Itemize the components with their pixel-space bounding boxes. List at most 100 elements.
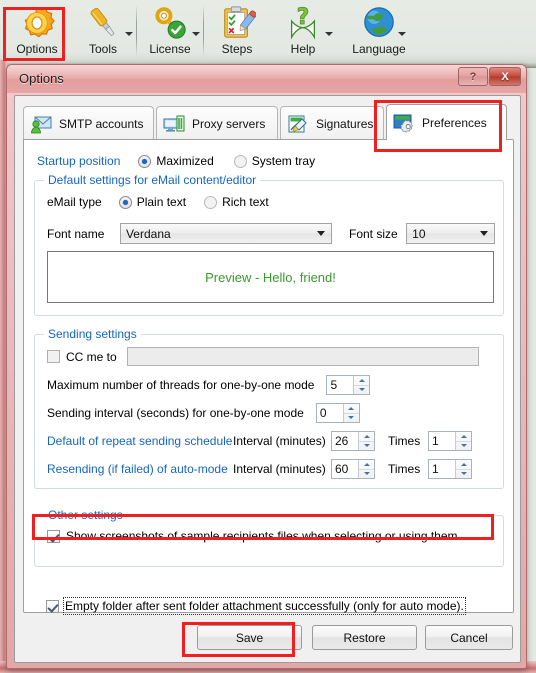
toolbar-label-tools: Tools bbox=[88, 42, 117, 56]
email-preview-text: Preview - Hello, friend! bbox=[205, 269, 336, 285]
radio-startup-maximized[interactable]: Maximized bbox=[138, 154, 214, 168]
toolbar-label-license: License bbox=[149, 42, 191, 56]
spinner-up-icon[interactable] bbox=[456, 432, 471, 442]
spinner-buttons[interactable] bbox=[353, 376, 370, 395]
sending-interval-label: Sending interval (seconds) for one-by-on… bbox=[47, 406, 304, 420]
max-threads-value: 5 bbox=[327, 376, 354, 394]
tab-label-proxy-servers: Proxy servers bbox=[192, 116, 266, 131]
toolbar-button-options[interactable]: Options bbox=[4, 2, 70, 62]
toolbar-button-steps[interactable]: Steps bbox=[204, 2, 270, 62]
spinner-up-icon[interactable] bbox=[343, 404, 359, 414]
email-type-row: eMail type Plain text Rich text bbox=[47, 195, 269, 209]
repeat-interval-value: 26 bbox=[332, 432, 358, 450]
spinner-up-icon[interactable] bbox=[456, 460, 471, 470]
toolbar-label-options: Options bbox=[16, 42, 58, 56]
repeat-schedule-label: Default of repeat sending schedule bbox=[47, 434, 233, 448]
spinner-down-icon[interactable] bbox=[359, 442, 374, 451]
font-name-combo[interactable]: Verdana bbox=[119, 223, 332, 244]
dialog-client-area: SMTP accounts Proxy servers Signatures P… bbox=[14, 95, 521, 663]
toolbar-label-language: Language bbox=[352, 42, 406, 56]
show-screenshots-row: Show screenshots of sample recipients fi… bbox=[47, 529, 461, 543]
sending-interval-value: 0 bbox=[316, 404, 343, 422]
chevron-down-icon[interactable] bbox=[325, 32, 333, 36]
email-content-group-title: Default settings for eMail content/edito… bbox=[44, 173, 261, 187]
cc-me-input[interactable] bbox=[126, 347, 479, 366]
toolbar-button-license[interactable]: License bbox=[137, 2, 203, 62]
cancel-button[interactable]: Cancel bbox=[425, 625, 513, 650]
radio-label-plain-text: Plain text bbox=[136, 195, 187, 209]
toolbar-items: Options Tools License Steps ? Help Langu… bbox=[0, 2, 422, 64]
radio-label-system-tray: System tray bbox=[251, 154, 316, 168]
resend-times-spinner[interactable]: 1 bbox=[428, 459, 472, 479]
save-button[interactable]: Save bbox=[197, 625, 302, 650]
other-settings-group: Other settings Show screenshots of sampl… bbox=[34, 508, 504, 567]
checkbox-indicator bbox=[47, 350, 60, 363]
cc-me-checkbox[interactable]: CC me to bbox=[47, 350, 117, 364]
spinner-buttons[interactable] bbox=[342, 404, 359, 423]
font-size-combo[interactable]: 10 bbox=[406, 223, 495, 244]
radio-email-type-rich-text[interactable]: Rich text bbox=[204, 195, 269, 209]
question-icon: ? bbox=[290, 5, 316, 40]
repeat-interval-spinner[interactable]: 26 bbox=[331, 431, 375, 451]
spinner-buttons[interactable] bbox=[455, 432, 471, 450]
preferences-icon bbox=[393, 114, 413, 133]
empty-folder-row: Empty folder after sent folder attachmen… bbox=[46, 597, 466, 615]
sending-interval-row: Sending interval (seconds) for one-by-on… bbox=[47, 403, 360, 423]
email-content-group: Default settings for eMail content/edito… bbox=[34, 173, 504, 316]
resend-times-label: Times bbox=[388, 462, 421, 476]
tab-signatures[interactable]: Signatures bbox=[280, 106, 384, 140]
chevron-down-icon[interactable] bbox=[476, 224, 491, 243]
cc-me-row: CC me to bbox=[47, 347, 495, 366]
spinner-down-icon[interactable] bbox=[354, 386, 369, 395]
restore-button[interactable]: Restore bbox=[312, 625, 417, 650]
app-toolbar: Options Tools License Steps ? Help Langu… bbox=[0, 0, 536, 68]
spinner-up-icon[interactable] bbox=[359, 460, 374, 470]
spinner-down-icon[interactable] bbox=[456, 470, 471, 479]
toolbar-label-steps: Steps bbox=[221, 42, 253, 56]
resend-interval-spinner[interactable]: 60 bbox=[331, 459, 375, 479]
sending-interval-spinner[interactable]: 0 bbox=[315, 403, 360, 423]
dialog-titlebar[interactable]: Options ? X bbox=[7, 65, 526, 93]
preferences-panel: Startup position Maximized System tray D… bbox=[23, 139, 514, 615]
tab-label-preferences: Preferences bbox=[422, 115, 487, 130]
spinner-buttons[interactable] bbox=[358, 432, 374, 450]
repeat-times-value: 1 bbox=[429, 432, 455, 450]
radio-startup-system-tray[interactable]: System tray bbox=[233, 154, 316, 168]
spinner-up-icon[interactable] bbox=[354, 376, 370, 386]
toolbar-button-tools[interactable]: Tools bbox=[70, 2, 136, 62]
repeat-times-spinner[interactable]: 1 bbox=[428, 431, 472, 451]
screwdriver-icon bbox=[90, 7, 115, 37]
chevron-down-icon[interactable] bbox=[192, 32, 200, 36]
close-button[interactable]: X bbox=[489, 67, 521, 86]
show-screenshots-checkbox[interactable]: Show screenshots of sample recipients fi… bbox=[47, 529, 461, 543]
radio-indicator bbox=[118, 195, 132, 209]
max-threads-label: Maximum number of threads for one-by-one… bbox=[47, 378, 315, 392]
toolbar-button-language[interactable]: Language bbox=[336, 2, 422, 62]
chevron-down-icon[interactable] bbox=[313, 224, 328, 243]
spinner-up-icon[interactable] bbox=[359, 432, 374, 442]
gear-icon bbox=[24, 7, 55, 38]
cc-me-label: CC me to bbox=[66, 349, 117, 364]
chevron-down-icon[interactable] bbox=[125, 32, 133, 36]
tab-proxy-servers[interactable]: Proxy servers bbox=[156, 106, 278, 140]
resend-times-value: 1 bbox=[429, 460, 455, 478]
help-button[interactable]: ? bbox=[458, 67, 488, 86]
max-threads-spinner[interactable]: 5 bbox=[326, 375, 371, 395]
empty-folder-checkbox[interactable]: Empty folder after sent folder attachmen… bbox=[46, 597, 466, 615]
cancel-button-label: Cancel bbox=[450, 630, 488, 645]
toolbar-button-help[interactable]: ? Help bbox=[270, 2, 336, 62]
chevron-down-icon[interactable] bbox=[398, 32, 406, 36]
radio-email-type-plain-text[interactable]: Plain text bbox=[118, 195, 187, 209]
spinner-down-icon[interactable] bbox=[344, 414, 359, 423]
checkbox-indicator bbox=[46, 599, 59, 613]
radio-label-rich-text: Rich text bbox=[222, 195, 269, 209]
resending-label: Resending (if failed) of auto-mode bbox=[47, 462, 228, 476]
spinner-down-icon[interactable] bbox=[359, 470, 374, 479]
tab-smtp-accounts[interactable]: SMTP accounts bbox=[23, 106, 154, 140]
spinner-buttons[interactable] bbox=[358, 460, 374, 478]
spinner-down-icon[interactable] bbox=[456, 442, 471, 451]
spinner-buttons[interactable] bbox=[455, 460, 471, 478]
checkbox-indicator bbox=[47, 529, 60, 543]
tab-preferences[interactable]: Preferences bbox=[386, 104, 507, 140]
proxy-servers-icon bbox=[163, 115, 185, 132]
